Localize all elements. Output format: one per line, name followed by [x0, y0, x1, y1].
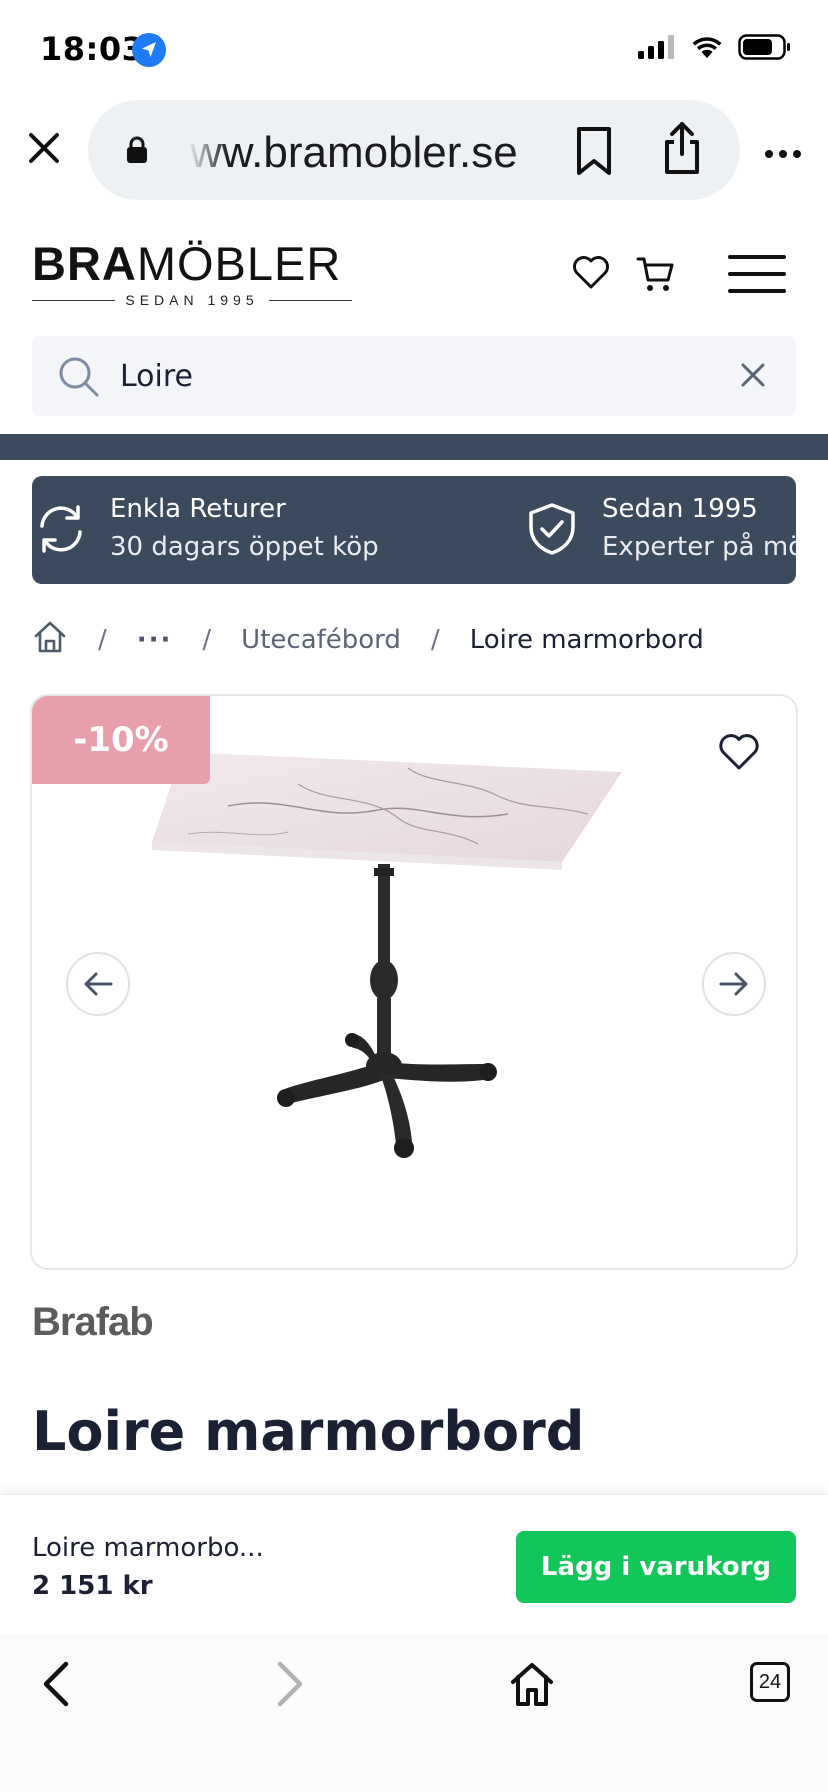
breadcrumb-category[interactable]: Utecafébord: [241, 625, 401, 655]
logo-light: MÖBLER: [136, 237, 342, 290]
product-image: [152, 752, 622, 1158]
sticky-add-to-cart: Loire marmorbo... 2 151 kr Lägg i varuko…: [0, 1494, 828, 1634]
status-time: 18:03: [40, 30, 145, 68]
add-to-cart-button[interactable]: Lägg i varukorg: [516, 1531, 796, 1603]
home-icon[interactable]: [32, 619, 68, 662]
cellular-signal-icon: [638, 35, 674, 59]
back-icon[interactable]: [34, 1660, 78, 1712]
lock-icon: [126, 136, 148, 168]
product-gallery: -10%: [30, 694, 798, 1270]
previous-image-button[interactable]: [66, 952, 130, 1016]
bookmark-icon[interactable]: [574, 126, 614, 180]
forward-icon[interactable]: [268, 1660, 312, 1712]
breadcrumb-current: Loire marmorbord: [469, 625, 704, 655]
returns-refresh-icon: [34, 502, 88, 560]
browser-toolbar: 24: [0, 1634, 828, 1792]
site-logo[interactable]: BRAMÖBLER SEDAN 1995: [32, 236, 352, 308]
discount-badge: -10%: [32, 696, 210, 784]
site-header: BRAMÖBLER SEDAN 1995: [0, 236, 828, 316]
usp-banner: Enkla Returer 30 dagars öppet köp Sedan …: [32, 476, 796, 584]
wishlist-heart-icon[interactable]: [572, 254, 610, 294]
clear-search-icon[interactable]: [740, 362, 766, 392]
product-brand[interactable]: Brafab: [32, 1300, 154, 1345]
close-icon[interactable]: [22, 126, 66, 170]
tabs-count-button[interactable]: 24: [750, 1662, 790, 1702]
sticky-product-name: Loire marmorbo...: [32, 1533, 264, 1563]
logo-tagline: SEDAN 1995: [125, 292, 259, 308]
status-indicators: [638, 34, 792, 60]
url-text: ww.bramobler.se: [190, 128, 518, 177]
breadcrumb-ellipsis[interactable]: ···: [137, 625, 173, 655]
status-bar: 18:03: [0, 0, 828, 96]
search-bar: [32, 336, 796, 416]
more-options-icon[interactable]: [764, 144, 802, 163]
logo-tagline-row: SEDAN 1995: [32, 292, 352, 308]
search-input[interactable]: [120, 350, 700, 402]
breadcrumb-separator: /: [430, 625, 440, 655]
usp-title: Sedan 1995: [602, 494, 758, 524]
search-icon: [58, 356, 100, 402]
sticky-product-price: 2 151 kr: [32, 1571, 153, 1601]
usp-title: Enkla Returer: [110, 494, 286, 524]
logo-divider: [32, 299, 116, 301]
shield-check-icon: [526, 502, 578, 560]
breadcrumb-separator: /: [98, 625, 107, 655]
usp-subtitle: Experter på möbler: [602, 532, 796, 562]
product-title: Loire marmorbord: [32, 1400, 585, 1463]
header-divider-strip: [0, 434, 828, 460]
cart-icon[interactable]: [636, 254, 676, 298]
home-icon[interactable]: [508, 1660, 556, 1712]
breadcrumb: / ··· / Utecafébord / Loire marmorbord: [32, 616, 704, 664]
usp-subtitle: 30 dagars öppet köp: [110, 532, 379, 562]
favorite-heart-icon[interactable]: [718, 732, 760, 776]
location-arrow-icon: [132, 33, 166, 67]
hamburger-menu-icon[interactable]: [728, 254, 786, 298]
share-icon[interactable]: [662, 120, 702, 180]
url-fade: [188, 120, 228, 180]
battery-icon: [738, 34, 790, 60]
logo-bold: BRA: [32, 237, 137, 290]
browser-url-bar: ww.bramobler.se: [0, 96, 828, 208]
arrow-left-icon: [84, 972, 113, 996]
breadcrumb-separator: /: [202, 625, 212, 655]
logo-wordmark: BRAMÖBLER: [32, 236, 341, 291]
wifi-icon: [692, 37, 722, 58]
arrow-right-icon: [719, 972, 748, 996]
logo-divider: [268, 299, 352, 301]
address-field[interactable]: ww.bramobler.se: [88, 100, 740, 200]
next-image-button[interactable]: [702, 952, 766, 1016]
